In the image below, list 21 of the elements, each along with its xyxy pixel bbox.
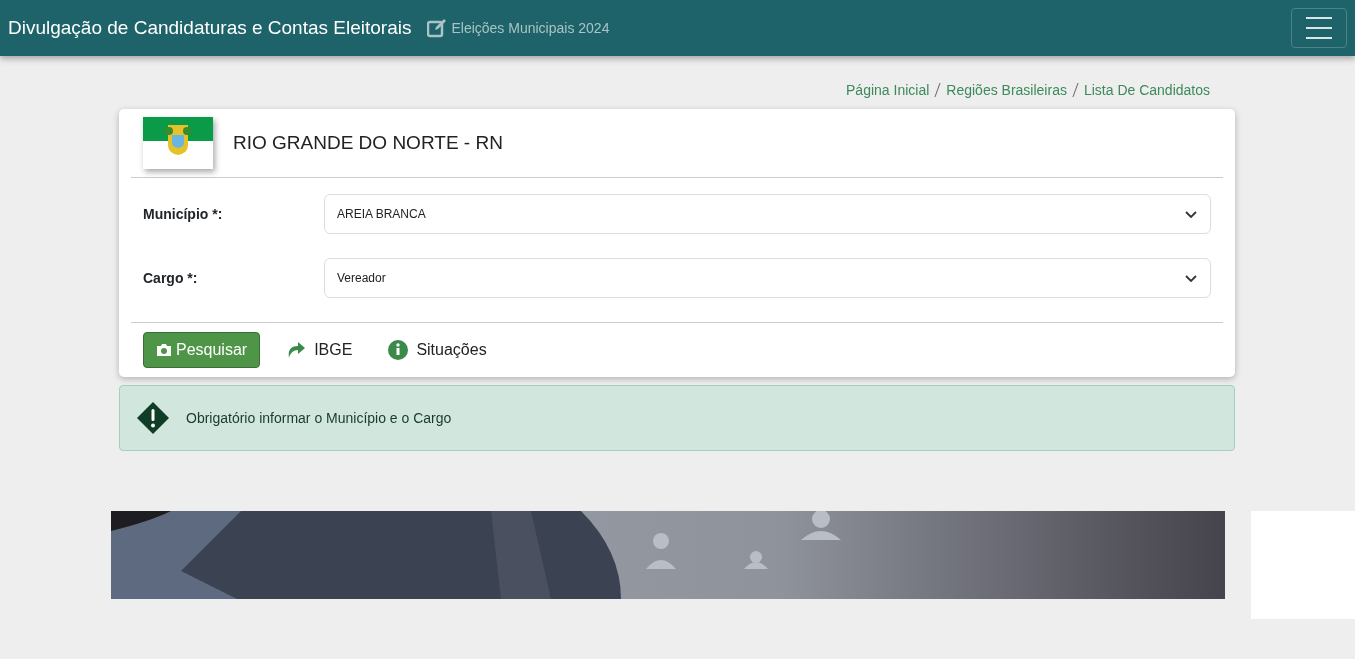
menu-button[interactable] xyxy=(1291,8,1347,48)
edit-icon xyxy=(427,18,448,38)
breadcrumb-link[interactable]: Página Inicial xyxy=(846,80,930,101)
search-button[interactable]: Pesquisar xyxy=(143,332,261,368)
field-label: Cargo *: xyxy=(143,268,199,288)
state-title: RIO GRANDE DO NORTE - RN xyxy=(233,130,503,155)
info-icon xyxy=(388,340,409,360)
state-flag xyxy=(143,117,213,169)
select-field[interactable]: AREIA BRANCA xyxy=(324,194,1211,234)
link-button[interactable]: Situações xyxy=(378,333,497,367)
warning-icon xyxy=(136,401,170,435)
site-title[interactable]: Divulgação de Candidaturas e Contas Eleitorais xyxy=(8,13,412,43)
arrow-icon xyxy=(286,341,307,359)
breadcrumb-link[interactable]: Regiões Brasileiras xyxy=(946,80,1067,101)
alert-message: Obrigatório informar o Município e o Cargo xyxy=(186,408,452,428)
election-subtitle: Eleições Municipais 2024 xyxy=(451,18,610,38)
camera-icon xyxy=(156,343,172,357)
field-label: Município *: xyxy=(143,204,224,224)
link-button[interactable]: IBGE xyxy=(276,333,363,367)
breadcrumb-link[interactable]: Lista De Candidatos xyxy=(1083,80,1210,101)
select-field[interactable]: Vereador xyxy=(324,258,1211,298)
